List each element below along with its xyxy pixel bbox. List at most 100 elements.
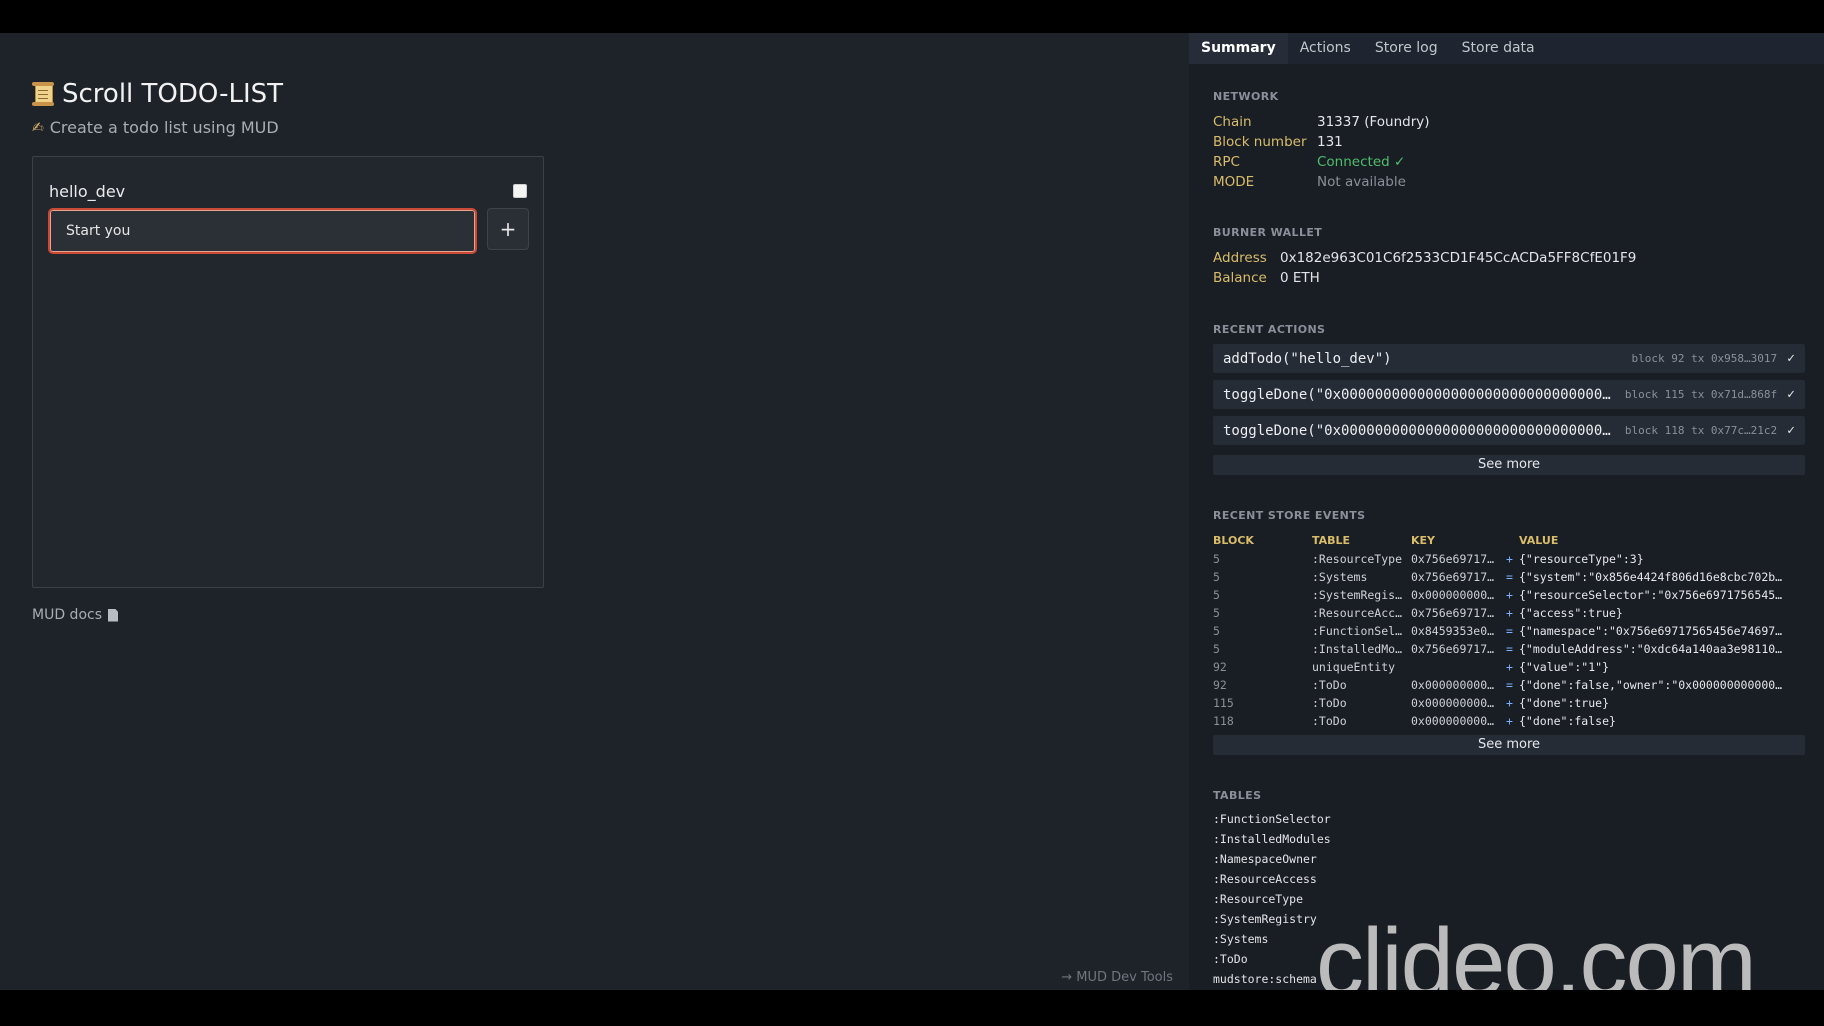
- store-event-row: 92 uniqueEntity + {"value":"1"}: [1213, 660, 1813, 678]
- event-block: 5: [1213, 624, 1220, 638]
- event-table: :FunctionSelector: [1312, 624, 1404, 638]
- action-row[interactable]: toggleDone("0x00000000000000000000000000…: [1213, 416, 1805, 445]
- action-call: toggleDone("0x00000000000000000000000000…: [1223, 386, 1613, 403]
- todo-item: hello_dev: [49, 181, 527, 201]
- actions-see-more-button[interactable]: See more: [1213, 455, 1805, 475]
- store-events-header: BLOCK TABLE KEY VALUE: [1213, 534, 1813, 548]
- mud-devtools-link[interactable]: → MUD Dev Tools: [1061, 970, 1173, 985]
- event-block: 5: [1213, 570, 1220, 584]
- event-key: 0x756e69717…: [1411, 642, 1495, 656]
- scroll-icon: [32, 81, 54, 107]
- event-value: {"resourceSelector":"0x756e6971756545…: [1519, 588, 1783, 602]
- table-list-item[interactable]: :InstalledModules: [1213, 832, 1331, 846]
- block-number-value: 131: [1317, 134, 1343, 150]
- devtools-tabs: Summary Actions Store log Store data: [1189, 33, 1824, 64]
- address-row: Address 0x182e963C01C6f2533CD1F45CcACDa5…: [1213, 250, 1636, 266]
- store-event-row: 5:InstalledModules 0x756e69717… = {"moduleA…: [1213, 642, 1813, 660]
- mud-docs-link[interactable]: MUD docs: [32, 607, 118, 623]
- event-key: 0x000000000…: [1411, 696, 1495, 710]
- mud-devtools-panel: Summary Actions Store log Store data NET…: [1189, 33, 1824, 990]
- event-table: :Systems: [1312, 570, 1368, 584]
- tab-store-data[interactable]: Store data: [1450, 33, 1547, 64]
- event-table: :ToDo: [1312, 714, 1347, 728]
- address-value: 0x182e963C01C6f2533CD1F45CcACDa5FF8CfE01…: [1280, 250, 1637, 266]
- table-list-item[interactable]: :ResourceAccess: [1213, 872, 1317, 886]
- new-todo-input[interactable]: [48, 208, 477, 254]
- chain-row: Chain 31337 (Foundry): [1213, 114, 1430, 130]
- column-header-key: KEY: [1411, 534, 1436, 547]
- event-value: {"done":false}: [1519, 714, 1616, 728]
- table-list-item[interactable]: :Systems: [1213, 932, 1268, 946]
- check-icon: ✓: [1787, 387, 1795, 402]
- event-block: 115: [1213, 696, 1234, 710]
- action-row[interactable]: toggleDone("0x00000000000000000000000000…: [1213, 380, 1805, 409]
- action-meta: block 118 tx 0x77c…21c2: [1624, 424, 1778, 437]
- balance-label: Balance: [1213, 270, 1267, 286]
- table-list-item[interactable]: :ResourceType: [1213, 892, 1303, 906]
- event-op: +: [1506, 696, 1513, 710]
- event-value: {"done":true}: [1519, 696, 1610, 710]
- event-op: =: [1506, 570, 1513, 584]
- tab-summary[interactable]: Summary: [1189, 33, 1288, 64]
- event-block: 5: [1213, 552, 1220, 566]
- event-key: 0x000000000…: [1411, 588, 1495, 602]
- event-block: 92: [1213, 678, 1227, 692]
- tables-heading: TABLES: [1213, 789, 1262, 802]
- watermark: clideo.com: [1316, 909, 1757, 990]
- store-event-row: 5:ResourceType 0x756e69717… + {"resourceTyp…: [1213, 552, 1813, 570]
- address-label: Address: [1213, 250, 1267, 266]
- event-value: {"done":false,"owner":"0x000000000000…: [1519, 678, 1783, 692]
- writing-hand-icon: ✍: [32, 119, 44, 136]
- rpc-row: RPC Connected ✓: [1213, 154, 1405, 170]
- event-op: +: [1506, 606, 1513, 620]
- event-value: {"access":true}: [1519, 606, 1623, 620]
- table-list-item[interactable]: mudstore:schema: [1213, 972, 1317, 986]
- mode-label: MODE: [1213, 174, 1255, 190]
- tab-store-log[interactable]: Store log: [1363, 33, 1450, 64]
- column-header-value: VALUE: [1519, 534, 1559, 547]
- block-number-label: Block number: [1213, 134, 1307, 150]
- tab-actions[interactable]: Actions: [1288, 33, 1363, 64]
- table-list-item[interactable]: :SystemRegistry: [1213, 912, 1317, 926]
- action-meta: block 92 tx 0x958…3017: [1631, 352, 1778, 365]
- event-table: :SystemRegistry: [1312, 588, 1404, 602]
- event-key: 0x756e69717…: [1411, 606, 1495, 620]
- event-block: 5: [1213, 642, 1220, 656]
- app-title: Scroll TODO-LIST: [32, 79, 283, 109]
- check-icon: ✓: [1787, 423, 1795, 438]
- store-event-row: 92:ToDo 0x000000000… = {"done":false,"owner…: [1213, 678, 1813, 696]
- event-value: {"value":"1"}: [1519, 660, 1610, 674]
- event-value: {"system":"0x856e4424f806d16e8cbc702b…: [1519, 570, 1783, 584]
- store-event-row: 115:ToDo 0x000000000… + {"done":true}: [1213, 696, 1813, 714]
- add-todo-button[interactable]: +: [487, 208, 529, 250]
- table-list-item[interactable]: :ToDo: [1213, 952, 1248, 966]
- network-heading: NETWORK: [1213, 90, 1279, 103]
- table-list-item[interactable]: :FunctionSelector: [1213, 812, 1331, 826]
- event-value: {"resourceType":3}: [1519, 552, 1644, 566]
- todo-app: Scroll TODO-LIST ✍ Create a todo list us…: [0, 33, 1189, 990]
- table-list-item[interactable]: :NamespaceOwner: [1213, 852, 1317, 866]
- event-block: 5: [1213, 606, 1220, 620]
- event-op: =: [1506, 642, 1513, 656]
- chain-value: 31337 (Foundry): [1317, 114, 1430, 130]
- screen: Scroll TODO-LIST ✍ Create a todo list us…: [0, 33, 1824, 990]
- event-table: :ToDo: [1312, 678, 1347, 692]
- mud-docs-label: MUD docs: [32, 607, 102, 623]
- event-op: =: [1506, 624, 1513, 638]
- todo-done-checkbox[interactable]: [513, 184, 527, 198]
- action-meta: block 115 tx 0x71d…868f: [1624, 388, 1778, 401]
- app-subtitle: ✍ Create a todo list using MUD: [32, 118, 279, 137]
- event-block: 5: [1213, 588, 1220, 602]
- event-table: :ResourceAccess: [1312, 606, 1404, 620]
- mode-value: Not available: [1317, 174, 1406, 190]
- rpc-label: RPC: [1213, 154, 1240, 170]
- recent-actions-heading: RECENT ACTIONS: [1213, 323, 1326, 336]
- action-row[interactable]: addTodo("hello_dev") block 92 tx 0x958…3…: [1213, 344, 1805, 373]
- event-op: +: [1506, 714, 1513, 728]
- app-subtitle-text: Create a todo list using MUD: [49, 118, 279, 137]
- event-op: +: [1506, 552, 1513, 566]
- events-see-more-button[interactable]: See more: [1213, 735, 1805, 755]
- action-call: addTodo("hello_dev"): [1223, 350, 1392, 367]
- event-block: 118: [1213, 714, 1234, 728]
- event-op: +: [1506, 588, 1513, 602]
